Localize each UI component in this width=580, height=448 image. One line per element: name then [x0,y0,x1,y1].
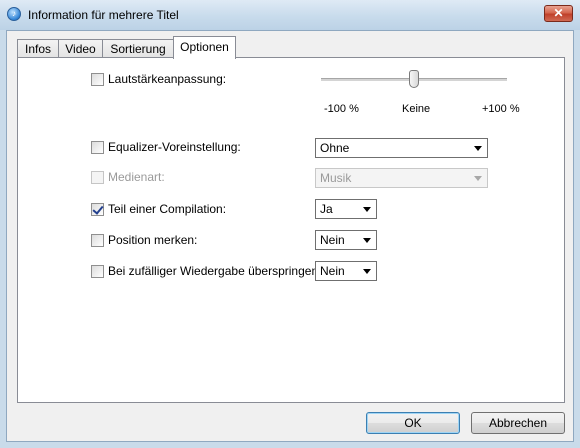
remember-position-select[interactable]: Nein [315,230,377,250]
remember-position-checkbox[interactable] [91,234,104,247]
skip-shuffle-select-value: Nein [320,264,345,278]
volume-slider-thumb[interactable] [409,70,419,88]
tab-sortierung[interactable]: Sortierung [102,39,174,58]
ok-button[interactable]: OK [366,412,460,434]
volume-tick-mid: Keine [402,103,431,115]
options-panel: Lautstärkeanpassung: -100 % Keine +100 %… [17,57,565,403]
chevron-down-icon [474,176,482,181]
media-type-select-value: Musik [320,171,352,185]
tab-optionen[interactable]: Optionen [173,36,236,59]
equalizer-checkbox[interactable] [91,141,104,154]
chevron-down-icon [363,207,371,212]
equalizer-label: Equalizer-Voreinstellung: [108,140,241,154]
tab-video[interactable]: Video [58,39,103,58]
chevron-down-icon [474,146,482,151]
volume-adjust-checkbox[interactable] [91,73,104,86]
remember-position-label: Position merken: [108,233,198,247]
close-button[interactable]: ✕ [544,5,573,22]
dialog-body: Infos Video Sortierung Optionen Lautstär… [6,30,574,442]
window-title: Information für mehrere Titel [28,8,179,22]
media-type-checkbox [91,171,104,184]
media-type-select: Musik [315,168,488,188]
compilation-label: Teil einer Compilation: [108,202,227,216]
volume-tick-min: -100 % [324,103,359,115]
skip-shuffle-label: Bei zufälliger Wiedergabe überspringen: [108,264,322,278]
equalizer-select[interactable]: Ohne [315,138,488,158]
remember-position-select-value: Nein [320,233,345,247]
cancel-button[interactable]: Abbrechen [471,412,565,434]
compilation-select[interactable]: Ja [315,199,377,219]
media-type-label: Medienart: [108,170,165,184]
chevron-down-icon [363,238,371,243]
volume-tick-max: +100 % [482,103,520,115]
skip-shuffle-select[interactable]: Nein [315,261,377,281]
compilation-select-value: Ja [320,202,333,216]
skip-shuffle-checkbox[interactable] [91,265,104,278]
tab-infos[interactable]: Infos [17,39,59,58]
compilation-checkbox[interactable] [91,203,104,216]
volume-adjust-label: Lautstärkeanpassung: [108,72,227,86]
title-bar: ♪ Information für mehrere Titel ✕ [0,0,580,30]
itunes-app-icon: ♪ [7,7,21,21]
equalizer-select-value: Ohne [320,141,350,155]
chevron-down-icon [363,269,371,274]
